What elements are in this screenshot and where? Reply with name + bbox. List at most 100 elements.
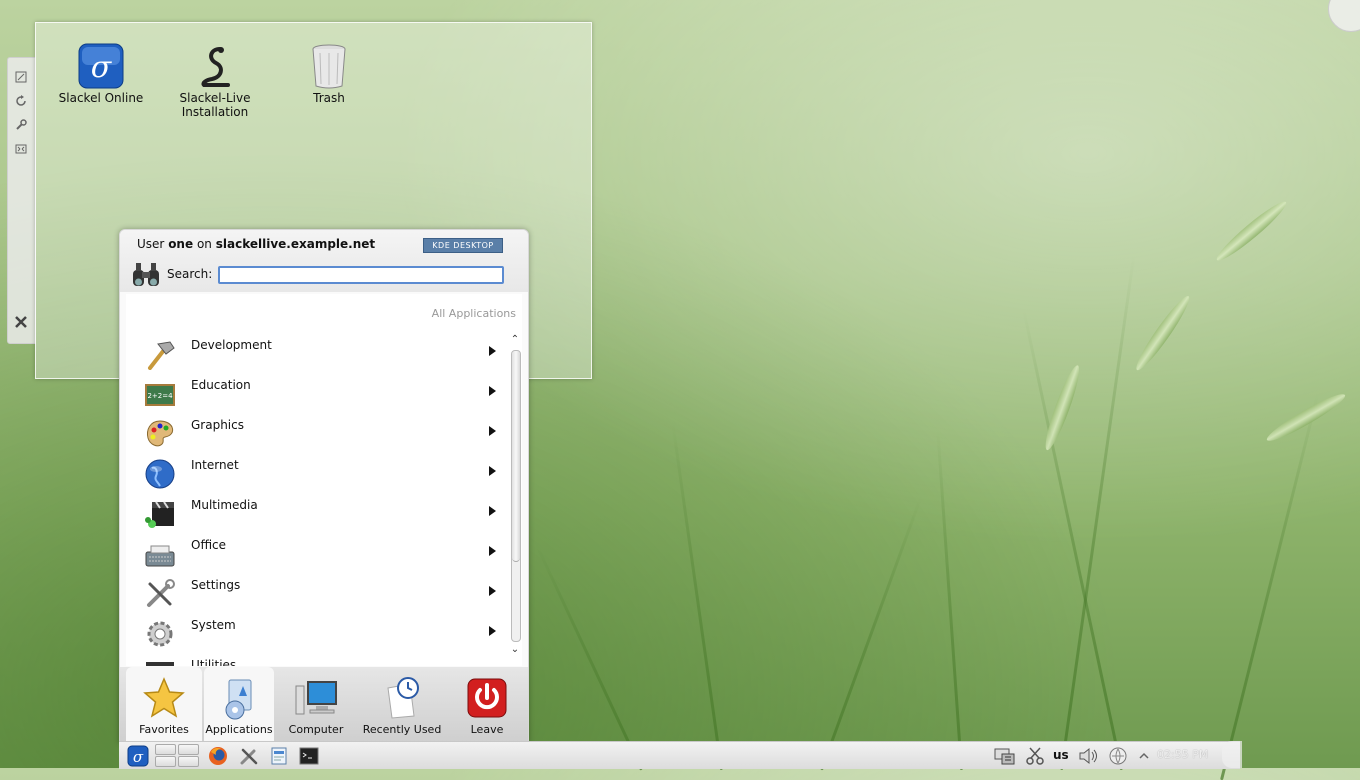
star-icon bbox=[140, 675, 188, 721]
globe-icon bbox=[144, 458, 176, 490]
binoculars-icon bbox=[130, 258, 162, 290]
search-label: Search: bbox=[167, 267, 213, 281]
desktop-toolbox-corner[interactable] bbox=[1328, 0, 1360, 32]
network-icon[interactable] bbox=[994, 745, 1016, 767]
search-input[interactable] bbox=[218, 266, 504, 284]
applet-handle bbox=[7, 57, 36, 344]
arrow-right-icon bbox=[489, 586, 496, 596]
tools-icon bbox=[144, 578, 176, 610]
pager-desktop-3[interactable] bbox=[155, 756, 176, 767]
user-info: User one on slackellive.example.net bbox=[137, 237, 375, 251]
tab-recently-used[interactable]: Recently Used bbox=[358, 667, 446, 742]
keyboard-layout-indicator[interactable]: us bbox=[1053, 748, 1069, 762]
firefox-icon[interactable] bbox=[207, 745, 229, 767]
arrow-right-icon bbox=[489, 386, 496, 396]
category-development[interactable]: Development bbox=[140, 334, 496, 374]
desktop-icon-label: Slackel-Live Installation bbox=[179, 91, 251, 119]
wrench-icon[interactable] bbox=[14, 118, 28, 132]
installer-snake-icon bbox=[192, 43, 238, 89]
application-list: All Applications Development 2+2=4 Educa… bbox=[126, 294, 522, 666]
kickoff-launcher: User one on slackellive.example.net KDE … bbox=[119, 229, 529, 743]
terminal-icon[interactable] bbox=[298, 745, 320, 767]
category-label: Multimedia bbox=[191, 498, 258, 512]
update-notifier-icon[interactable] bbox=[1107, 745, 1129, 767]
clock-icon bbox=[378, 675, 426, 721]
category-label: System bbox=[191, 618, 236, 632]
system-settings-icon[interactable] bbox=[238, 745, 260, 767]
category-education[interactable]: 2+2=4 Education bbox=[140, 374, 496, 414]
category-office[interactable]: Office bbox=[140, 534, 496, 574]
arrow-right-icon bbox=[489, 466, 496, 476]
scroll-up-icon[interactable]: ⌃ bbox=[509, 334, 521, 346]
close-icon[interactable] bbox=[14, 315, 28, 329]
desktop-icon-trash[interactable]: Trash bbox=[279, 43, 379, 105]
power-icon bbox=[463, 675, 511, 721]
category-internet[interactable]: Internet bbox=[140, 454, 496, 494]
category-label: Office bbox=[191, 538, 227, 552]
trash-icon bbox=[306, 43, 352, 89]
scroll-thumb[interactable] bbox=[512, 351, 520, 562]
pager-desktop-2[interactable] bbox=[178, 744, 199, 755]
arrow-right-icon bbox=[489, 626, 496, 636]
tab-computer[interactable]: Computer bbox=[280, 667, 352, 742]
resize-icon[interactable] bbox=[14, 70, 28, 84]
desktop-icon-label: Trash bbox=[313, 91, 345, 105]
kde-desktop-badge: KDE DESKTOP bbox=[423, 238, 503, 253]
arrow-right-icon bbox=[489, 426, 496, 436]
category-system[interactable]: System bbox=[140, 614, 496, 654]
tab-leave[interactable]: Leave bbox=[452, 667, 522, 742]
clapperboard-icon bbox=[144, 498, 176, 530]
arrow-right-icon bbox=[489, 546, 496, 556]
scrollbar[interactable]: ⌃ ⌄ bbox=[509, 334, 521, 666]
desktop-icon-slackel-online[interactable]: σ Slackel Online bbox=[51, 43, 151, 105]
desktop-pager[interactable] bbox=[155, 744, 199, 767]
user-on: on bbox=[196, 237, 212, 251]
category-label: Graphics bbox=[191, 418, 244, 432]
palette-icon bbox=[144, 418, 176, 450]
user-name: one bbox=[168, 237, 194, 251]
digital-clock[interactable]: 02:55 PM bbox=[1157, 748, 1208, 761]
tab-favorites[interactable]: Favorites bbox=[126, 667, 202, 742]
section-label: All Applications bbox=[431, 307, 516, 320]
clipboard-scissors-icon[interactable] bbox=[1024, 745, 1046, 767]
maximize-icon[interactable] bbox=[14, 142, 28, 156]
file-manager-icon[interactable] bbox=[268, 745, 290, 767]
panel: σ us 02:55 PM bbox=[119, 741, 1240, 769]
pager-desktop-4[interactable] bbox=[178, 756, 199, 767]
tab-label: Applications bbox=[205, 723, 273, 736]
host-name: slackellive.example.net bbox=[215, 237, 376, 251]
expand-tray-icon[interactable] bbox=[1133, 745, 1155, 767]
category-label: Education bbox=[191, 378, 251, 392]
pager-desktop-1[interactable] bbox=[155, 744, 176, 755]
computer-icon bbox=[292, 675, 340, 721]
utilities-icon bbox=[144, 658, 176, 666]
volume-icon[interactable] bbox=[1077, 745, 1099, 767]
gear-icon bbox=[144, 618, 176, 650]
scroll-down-icon[interactable]: ⌄ bbox=[509, 644, 521, 656]
rotate-icon[interactable] bbox=[14, 94, 28, 108]
category-graphics[interactable]: Graphics bbox=[140, 414, 496, 454]
slackel-logo-icon: σ bbox=[78, 43, 124, 89]
category-label: Development bbox=[191, 338, 272, 352]
category-settings[interactable]: Settings bbox=[140, 574, 496, 614]
category-label: Utilities bbox=[191, 658, 237, 666]
category-utilities[interactable]: Utilities bbox=[140, 654, 496, 666]
chalkboard-icon: 2+2=4 bbox=[144, 378, 176, 410]
category-label: Settings bbox=[191, 578, 241, 592]
arrow-right-icon bbox=[489, 346, 496, 356]
category-label: Internet bbox=[191, 458, 239, 472]
svg-text:σ: σ bbox=[133, 748, 144, 766]
typewriter-icon bbox=[144, 538, 176, 570]
applications-icon bbox=[215, 675, 263, 721]
launcher-header: User one on slackellive.example.net KDE … bbox=[120, 230, 528, 292]
launcher-tabs: Favorites Applications Computer Recently… bbox=[120, 667, 528, 742]
category-multimedia[interactable]: Multimedia bbox=[140, 494, 496, 534]
svg-text:σ: σ bbox=[91, 50, 113, 85]
tab-applications[interactable]: Applications bbox=[204, 667, 274, 742]
user-prefix: User bbox=[137, 237, 165, 251]
scroll-track[interactable] bbox=[511, 350, 521, 642]
desktop-icon-slackel-live-installation[interactable]: Slackel-Live Installation bbox=[165, 43, 265, 119]
panel-toolbox-corner[interactable] bbox=[1222, 741, 1242, 768]
kickoff-launcher-button[interactable]: σ bbox=[127, 745, 149, 767]
svg-text:2+2=4: 2+2=4 bbox=[147, 392, 173, 400]
